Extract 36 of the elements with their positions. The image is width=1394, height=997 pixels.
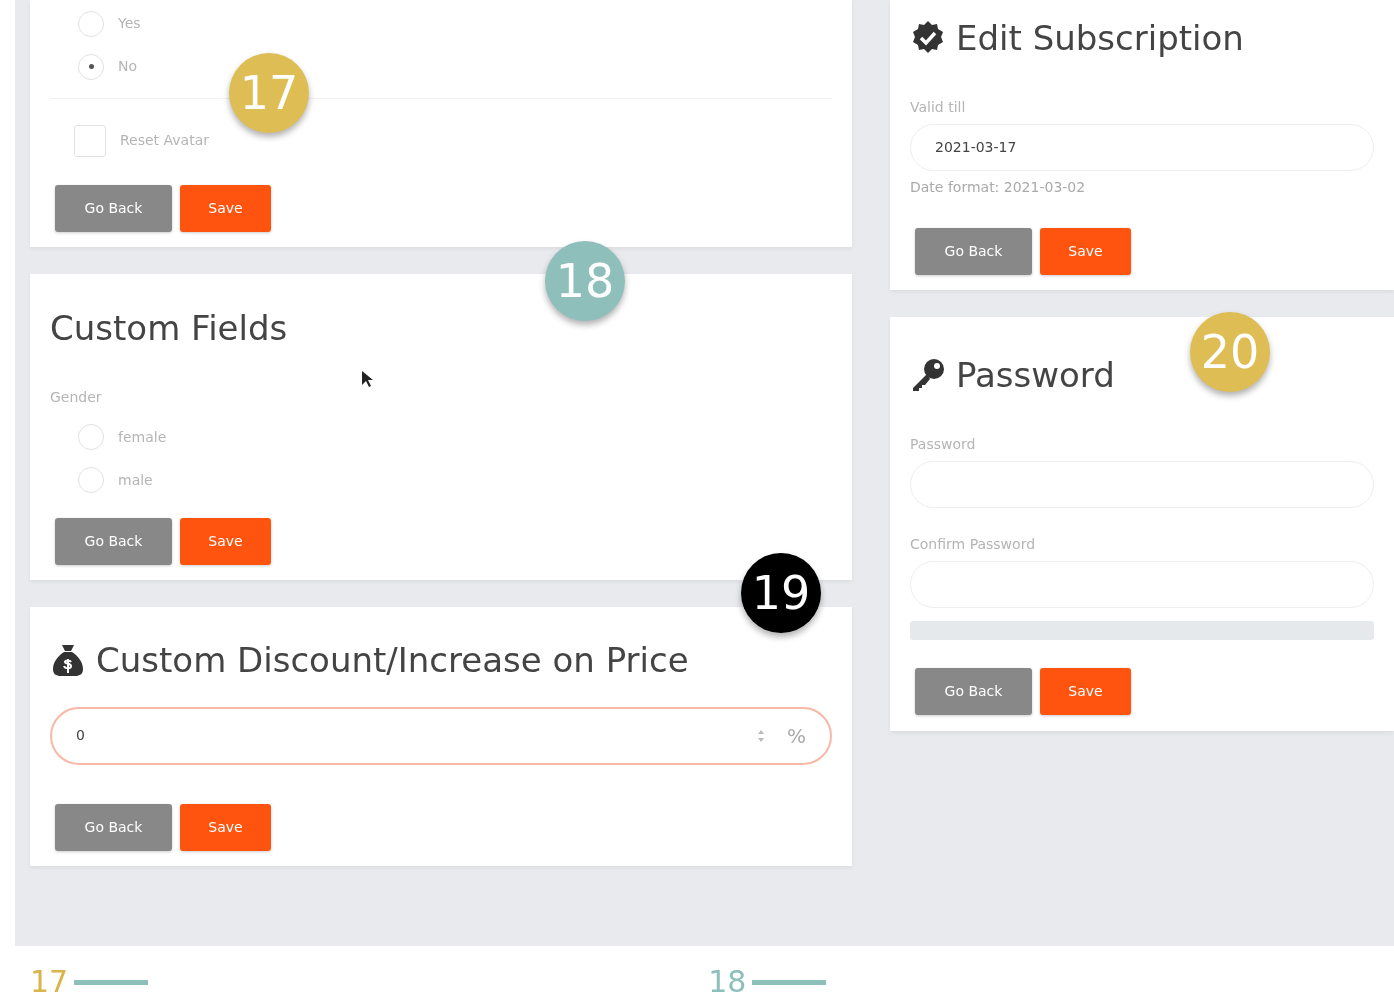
field-value: 2021-03-17: [935, 137, 1017, 157]
save-button[interactable]: Save: [180, 517, 271, 565]
field-label: Confirm Password: [910, 534, 1037, 554]
cursor-icon: [361, 370, 373, 388]
money-bag-icon: [50, 642, 86, 679]
unit-label: %: [787, 722, 806, 750]
card-title: Password: [956, 354, 1115, 396]
go-back-button[interactable]: Go Back: [55, 185, 172, 232]
go-back-button[interactable]: Go Back: [55, 803, 172, 851]
save-button[interactable]: Save: [1040, 667, 1131, 715]
checkbox[interactable]: [74, 124, 106, 157]
field-label: Gender: [50, 387, 103, 407]
option-label: male: [118, 470, 153, 490]
field-value: 0: [76, 726, 86, 746]
save-button[interactable]: Save: [180, 803, 271, 851]
help-text: Date format: 2021-03-02: [910, 177, 1087, 197]
go-back-button[interactable]: Go Back: [55, 517, 172, 565]
option-label: Yes: [118, 14, 141, 33]
spinner-icon[interactable]: [757, 728, 765, 743]
card-title: Custom Discount/Increase on Price: [96, 639, 689, 681]
go-back-button[interactable]: Go Back: [915, 667, 1032, 715]
date-field[interactable]: 2021-03-17: [910, 123, 1374, 171]
step-number: 17: [30, 967, 69, 997]
option-label: female: [118, 427, 167, 447]
field-label: Password: [910, 434, 977, 454]
option-label: No: [118, 57, 138, 76]
card-title: Edit Subscription: [956, 18, 1244, 59]
checkbox-label: Reset Avatar: [120, 131, 209, 150]
field-label: Valid till: [910, 97, 967, 117]
card-title: Custom Fields: [50, 308, 288, 349]
save-button[interactable]: Save: [1040, 227, 1131, 275]
step-number: 18: [708, 967, 747, 997]
key-icon: [910, 357, 946, 394]
save-button[interactable]: Save: [180, 185, 271, 232]
go-back-button[interactable]: Go Back: [915, 227, 1032, 275]
number-field[interactable]: 0 %: [50, 706, 832, 765]
